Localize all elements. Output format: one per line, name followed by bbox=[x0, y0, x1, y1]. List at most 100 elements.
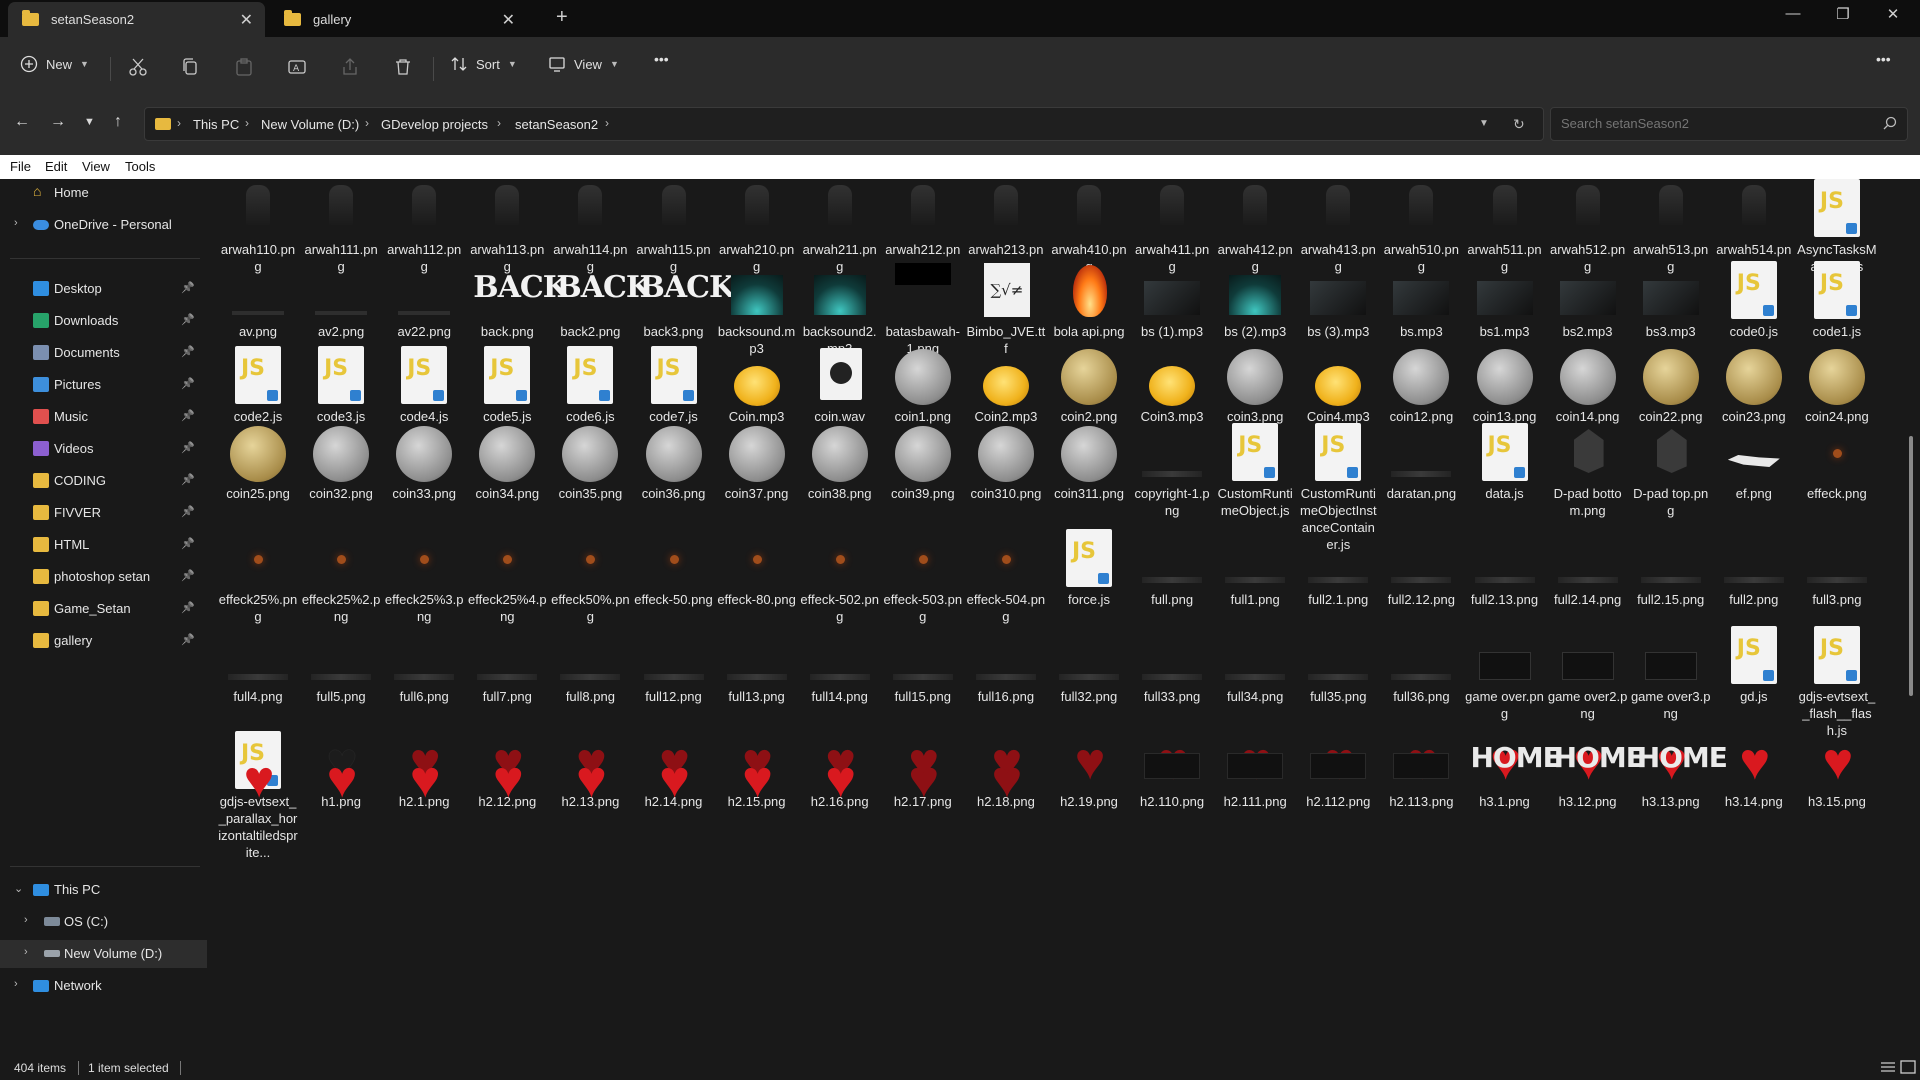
file-item[interactable]: HOME bbox=[1631, 744, 1728, 811]
file-item[interactable]: JS data.js bbox=[1465, 423, 1545, 502]
file-item[interactable]: full7.png bbox=[467, 626, 547, 705]
sidebar-item-videos[interactable]: Videos 📌 bbox=[0, 435, 207, 463]
file-item[interactable]: copyright-1.png bbox=[1132, 423, 1212, 519]
file-item[interactable]: coin25.png bbox=[218, 423, 298, 502]
file-item[interactable]: effeck50%.png bbox=[550, 529, 630, 625]
view-button[interactable]: View ▼ bbox=[548, 55, 619, 73]
breadcrumb-gdevelop-projects[interactable]: GDevelop projects bbox=[381, 117, 488, 132]
file-item[interactable]: coin39.png bbox=[883, 423, 963, 502]
file-item[interactable]: coin.wav bbox=[800, 346, 880, 425]
sidebar-item-music[interactable]: Music 📌 bbox=[0, 403, 207, 431]
file-item[interactable]: HOME bbox=[1548, 744, 1645, 811]
see-more-button[interactable]: ••• bbox=[654, 51, 669, 67]
minimize-button[interactable]: — bbox=[1770, 5, 1816, 22]
file-item[interactable]: ♥ bbox=[800, 749, 880, 811]
file-item[interactable]: coin2.png bbox=[1049, 346, 1129, 425]
menu-view[interactable]: View bbox=[82, 159, 110, 174]
file-item[interactable]: bs (3).mp3 bbox=[1298, 261, 1378, 340]
file-item[interactable]: bs (2).mp3 bbox=[1215, 261, 1295, 340]
file-item[interactable]: full4.png bbox=[218, 626, 298, 705]
options-button[interactable]: ••• bbox=[1876, 51, 1891, 67]
file-item[interactable]: coin1.png bbox=[883, 346, 963, 425]
file-item[interactable]: coin34.png bbox=[467, 423, 547, 502]
refresh-icon[interactable]: ↻ bbox=[1513, 116, 1525, 133]
file-item[interactable]: ♥ bbox=[550, 749, 630, 811]
file-item[interactable]: coin32.png bbox=[301, 423, 381, 502]
file-item[interactable]: coin22.png bbox=[1631, 346, 1711, 425]
file-item[interactable]: full13.png bbox=[717, 626, 797, 705]
file-item[interactable]: JS code0.js bbox=[1714, 261, 1794, 340]
file-item[interactable]: coin310.png bbox=[966, 423, 1046, 502]
copy-icon[interactable] bbox=[180, 57, 200, 77]
file-item[interactable]: full2.14.png bbox=[1548, 529, 1628, 608]
address-bar[interactable]: › This PC › New Volume (D:) › GDevelop p… bbox=[144, 107, 1544, 141]
file-item[interactable]: Coin.mp3 bbox=[717, 346, 797, 425]
share-icon[interactable] bbox=[340, 57, 360, 77]
sidebar-item-game-setan[interactable]: Game_Setan 📌 bbox=[0, 595, 207, 623]
file-item[interactable]: D-pad bottom.png bbox=[1548, 423, 1628, 519]
file-item[interactable] bbox=[1714, 749, 1794, 811]
file-item[interactable]: full5.png bbox=[301, 626, 381, 705]
file-item[interactable]: ♥ bbox=[883, 749, 963, 811]
file-item[interactable] bbox=[1298, 749, 1378, 811]
file-item[interactable]: full2.15.png bbox=[1631, 529, 1711, 608]
file-item[interactable]: full16.png bbox=[966, 626, 1046, 705]
breadcrumb-this-pc[interactable]: This PC bbox=[193, 117, 239, 132]
file-item[interactable]: full35.png bbox=[1298, 626, 1378, 705]
file-item[interactable]: JS CustomRuntimeObject.js bbox=[1215, 423, 1295, 519]
close-tab-icon[interactable]: ✕ bbox=[240, 10, 253, 30]
file-item[interactable]: coin35.png bbox=[550, 423, 630, 502]
file-item[interactable]: coin13.png bbox=[1465, 346, 1545, 425]
file-item[interactable]: coin3.png bbox=[1215, 346, 1295, 425]
file-item[interactable]: full12.png bbox=[634, 626, 714, 705]
file-item[interactable]: backsound2.mp3 bbox=[800, 261, 880, 357]
sidebar-item-photoshop-setan[interactable]: photoshop setan 📌 bbox=[0, 563, 207, 591]
file-item[interactable]: effeck25%4.png bbox=[467, 529, 547, 625]
file-item[interactable] bbox=[1049, 749, 1129, 811]
sidebar-item-pictures[interactable]: Pictures 📌 bbox=[0, 371, 207, 399]
file-item[interactable]: full15.png bbox=[883, 626, 963, 705]
file-item[interactable]: JS force.js bbox=[1049, 529, 1129, 608]
file-item[interactable]: av2.png bbox=[301, 261, 381, 340]
file-item[interactable]: backsound.mp3 bbox=[717, 261, 797, 357]
file-item[interactable]: coin311.png bbox=[1049, 423, 1129, 502]
recent-locations-icon[interactable]: ▼ bbox=[84, 116, 95, 128]
file-item[interactable]: full6.png bbox=[384, 626, 464, 705]
file-item[interactable]: game over2.png bbox=[1548, 626, 1628, 722]
rename-icon[interactable]: A bbox=[287, 57, 307, 77]
restore-button[interactable]: ❐ bbox=[1820, 5, 1866, 23]
file-item[interactable]: JS code6.js bbox=[550, 346, 630, 425]
file-item[interactable]: coin23.png bbox=[1714, 346, 1794, 425]
address-history-icon[interactable]: ▼ bbox=[1479, 118, 1489, 129]
sort-button[interactable]: Sort ▼ bbox=[450, 55, 517, 73]
file-item[interactable]: game over.png bbox=[1465, 626, 1545, 722]
sidebar-item-gallery[interactable]: gallery 📌 bbox=[0, 627, 207, 655]
file-item[interactable]: ♥ bbox=[717, 749, 797, 811]
file-item[interactable]: effeck-504.png bbox=[966, 529, 1046, 625]
file-item[interactable]: bola api.png bbox=[1049, 261, 1129, 340]
file-item[interactable]: full14.png bbox=[800, 626, 880, 705]
file-item[interactable]: JS code3.js bbox=[301, 346, 381, 425]
sidebar-item-os-c[interactable]: › OS (C:) bbox=[0, 908, 207, 936]
new-button[interactable]: New ▼ bbox=[20, 55, 89, 73]
file-item[interactable]: full2.png bbox=[1714, 529, 1794, 608]
file-item[interactable]: ♥ bbox=[301, 749, 381, 811]
close-tab-icon[interactable]: ✕ bbox=[502, 10, 515, 30]
file-item[interactable]: ♥ bbox=[384, 749, 464, 811]
file-item[interactable]: ♥ bbox=[467, 749, 547, 811]
file-item[interactable] bbox=[1132, 749, 1212, 811]
file-item[interactable]: full.png bbox=[1132, 529, 1212, 608]
file-item[interactable]: JS gdjs-evtsext__flash__flash.js bbox=[1797, 626, 1877, 739]
file-item[interactable]: daratan.png bbox=[1381, 423, 1461, 502]
file-item[interactable]: effeck25%.png bbox=[218, 529, 298, 625]
file-item[interactable]: bs1.mp3 bbox=[1465, 261, 1545, 340]
sidebar-item-onedrive[interactable]: › OneDrive - Personal bbox=[0, 211, 207, 239]
file-item[interactable]: effeck-50.png bbox=[634, 529, 714, 608]
file-item[interactable]: effeck-503.png bbox=[883, 529, 963, 625]
file-item[interactable]: coin38.png bbox=[800, 423, 880, 502]
file-item[interactable] bbox=[1381, 749, 1461, 811]
search-input[interactable] bbox=[1561, 116, 1861, 131]
vertical-scrollbar[interactable] bbox=[1909, 436, 1913, 696]
file-item[interactable]: HOME bbox=[1465, 744, 1562, 811]
file-item[interactable]: JS code7.js bbox=[634, 346, 714, 425]
